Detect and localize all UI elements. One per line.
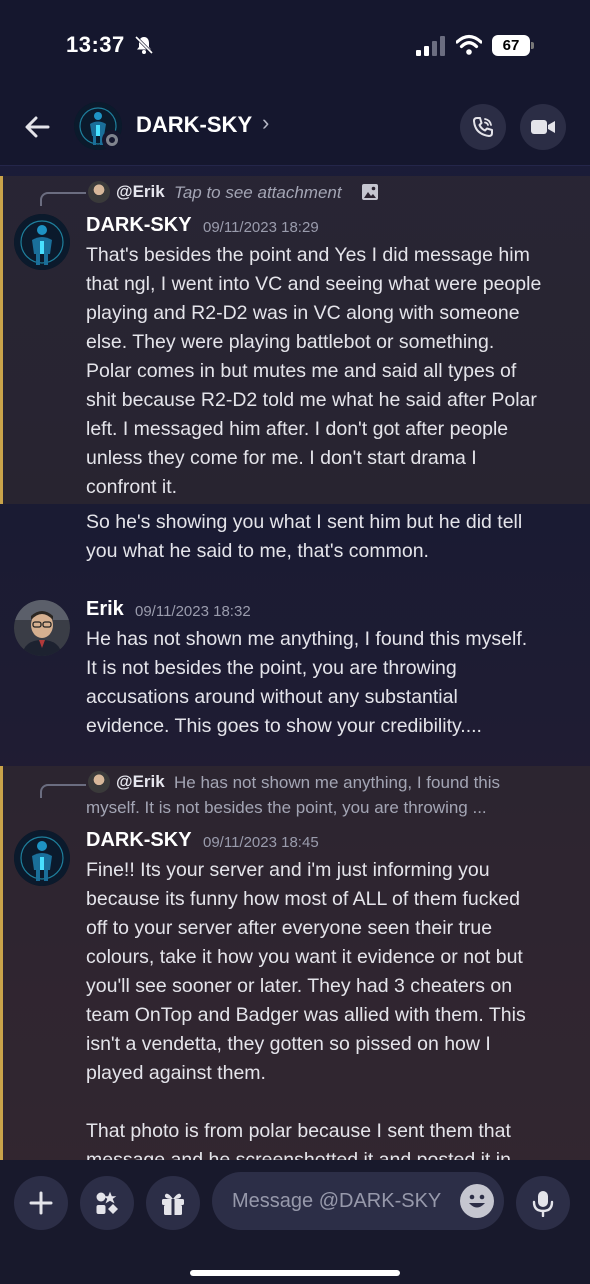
reply-author[interactable]: @Erik: [116, 772, 165, 792]
message-line: So he's showing you what I sent him but …: [86, 511, 523, 533]
battery-level: 67: [492, 35, 530, 56]
plus-icon: [29, 1191, 53, 1215]
reply-preview[interactable]: He has not shown me anything, I found th…: [174, 773, 500, 793]
attach-button[interactable]: [14, 1176, 68, 1230]
avatar[interactable]: [14, 214, 70, 270]
message-line: playing and R2-D2 was in VC along with s…: [86, 302, 520, 324]
robot-avatar-icon: [14, 214, 70, 270]
message-line: played against them.: [86, 1062, 266, 1084]
message-author[interactable]: DARK-SKY: [86, 214, 192, 237]
message-line: That photo is from polar because I sent …: [86, 1120, 511, 1142]
message-line: you'll see sooner or later. They had 3 c…: [86, 975, 513, 997]
message-timestamp: 09/11/2023 18:32: [135, 603, 251, 620]
message-line: left. I messaged him after. I don't got …: [86, 418, 509, 440]
reply-connector: [40, 192, 86, 206]
message-composer: [0, 1160, 590, 1284]
apps-button[interactable]: [80, 1176, 134, 1230]
message-line: Fine!! Its your server and i'm just info…: [86, 859, 490, 881]
message-author[interactable]: Erik: [86, 598, 124, 621]
message-timestamp: 09/11/2023 18:45: [203, 834, 319, 851]
reply-preview[interactable]: myself. It is not besides the point, you…: [86, 798, 487, 818]
reply-avatar: [88, 771, 110, 793]
wifi-icon: [456, 34, 482, 55]
message-line: because its funny how most of ALL of the…: [86, 888, 520, 910]
microphone-icon: [532, 1191, 554, 1217]
home-indicator[interactable]: [190, 1270, 400, 1276]
battery-indicator: 67: [492, 35, 534, 56]
user-photo-avatar: [14, 600, 70, 656]
status-dot: [102, 130, 122, 150]
message-line: [86, 1088, 576, 1117]
channel-title[interactable]: DARK-SKY: [136, 112, 252, 138]
image-icon: [362, 184, 378, 200]
status-time: 13:37: [66, 32, 125, 57]
reply-connector: [40, 784, 86, 798]
battery-tip: [531, 42, 534, 49]
voice-message-button[interactable]: [516, 1176, 570, 1230]
reply-avatar: [88, 181, 110, 203]
emoji-button[interactable]: [460, 1184, 494, 1218]
video-camera-icon: [531, 120, 555, 134]
message-line: else. They were playing battlebot or som…: [86, 331, 495, 353]
message-line: confront it.: [86, 476, 178, 498]
chat-header: DARK-SKY ›: [0, 90, 590, 166]
message-line: you what he said to me, that's common.: [86, 540, 429, 562]
cellular-signal-icon: [416, 36, 445, 56]
status-bar: 13:37 67: [0, 0, 590, 90]
message-line: shit because R2-D2 told me what he said …: [86, 389, 537, 411]
apps-icon: [96, 1191, 118, 1214]
reply-author[interactable]: @Erik: [116, 182, 165, 202]
robot-avatar-icon: [14, 830, 70, 886]
reply-preview[interactable]: Tap to see attachment: [174, 183, 342, 203]
message-line: colours, take it how you want it evidenc…: [86, 946, 523, 968]
gift-icon: [162, 1193, 184, 1215]
message-line: unless they come for me. I don't start d…: [86, 447, 477, 469]
message-line: That's besides the point and Yes I did m…: [86, 244, 530, 266]
message-body: Fine!! Its your server and i'm just info…: [86, 856, 576, 1160]
message-line: He has not shown me anything, I found th…: [86, 628, 528, 650]
message-line: off to your server after everyone seen t…: [86, 917, 493, 939]
avatar[interactable]: [14, 600, 70, 656]
message-line: message and he screenshotted it and post…: [86, 1149, 511, 1160]
message-line: isn't a vendetta, they gotten so pissed …: [86, 1033, 491, 1055]
video-call-button[interactable]: [520, 104, 566, 150]
message-body: He has not shown me anything, I found th…: [86, 625, 576, 741]
bell-mute-icon: [134, 35, 154, 55]
message-author[interactable]: DARK-SKY: [86, 829, 192, 852]
message-body: That's besides the point and Yes I did m…: [86, 241, 576, 502]
back-arrow-icon[interactable]: [20, 110, 54, 144]
chevron-right-icon[interactable]: ›: [262, 110, 269, 136]
avatar[interactable]: [14, 830, 70, 886]
message-continuation: So he's showing you what I sent him but …: [86, 508, 576, 566]
voice-call-button[interactable]: [460, 104, 506, 150]
message-line: that ngl, I went into VC and seeing what…: [86, 273, 542, 295]
message-line: team OnTop and Badger was allied with th…: [86, 1004, 526, 1026]
phone-icon: [473, 117, 493, 137]
message-line: It is not besides the point, you are thr…: [86, 657, 457, 679]
message-line: evidence. This goes to show your credibi…: [86, 715, 482, 737]
message-timestamp: 09/11/2023 18:29: [203, 219, 319, 236]
emoji-icon: [461, 1185, 493, 1217]
message-list[interactable]: @Erik Tap to see attachment DARK-SKY 09/…: [0, 170, 590, 1160]
message-line: Polar comes in but mutes me and said all…: [86, 360, 517, 382]
gift-button[interactable]: [146, 1176, 200, 1230]
message-line: accusations around without any substanti…: [86, 686, 458, 708]
